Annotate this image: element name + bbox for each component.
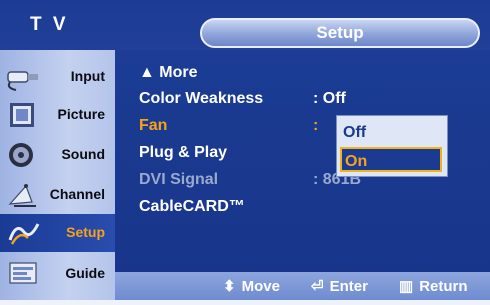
satellite-dish-icon — [8, 184, 36, 207]
sidebar-item-label: Setup — [66, 224, 105, 240]
sidebar-item-label: Guide — [65, 265, 105, 281]
enter-label: Enter — [329, 278, 368, 295]
return-label: Return — [419, 278, 468, 295]
fan-value-separator: : — [313, 117, 319, 134]
menu-item-cablecard[interactable]: CableCARD™ — [139, 198, 245, 220]
up-down-arrows-icon: ⬍ — [223, 278, 236, 295]
return-hint: ▥ Return — [399, 277, 468, 295]
sidebar-item-setup[interactable]: Setup — [0, 214, 115, 252]
sidebar-item-label: Sound — [61, 146, 105, 162]
more-up-item[interactable]: ▲ More — [139, 64, 198, 86]
bottom-hint-bar: ⬍ Move ⏎ Enter ▥ Return — [115, 272, 490, 300]
sidebar-item-label: Picture — [57, 106, 105, 122]
sidebar-item-label: Input — [70, 68, 105, 84]
menu-item-color-weakness[interactable]: Color Weakness — [139, 90, 263, 112]
move-label: Move — [241, 278, 280, 295]
sidebar-item-label: Channel — [49, 186, 105, 202]
tv-label: T V — [30, 14, 69, 35]
sidebar-item-channel[interactable]: Channel — [0, 176, 115, 214]
return-key-icon: ▥ — [399, 278, 414, 295]
enter-key-icon: ⏎ — [311, 278, 324, 295]
menu-item-plug-and-play[interactable]: Plug & Play — [139, 144, 227, 166]
fan-option-on[interactable]: On — [340, 147, 442, 172]
setup-icon — [8, 223, 40, 245]
sidebar-item-input[interactable]: Input — [0, 58, 115, 96]
sidebar-item-picture[interactable]: Picture — [0, 96, 115, 134]
color-weakness-value: : Off — [313, 90, 346, 107]
input-plug-icon — [7, 71, 38, 91]
picture-icon — [10, 103, 34, 127]
fan-dropdown[interactable]: Off On — [336, 115, 448, 177]
menu-item-fan[interactable]: Fan — [139, 117, 167, 139]
speaker-icon — [9, 143, 33, 167]
page-title: Setup — [316, 23, 364, 42]
enter-hint: ⏎ Enter — [311, 277, 368, 295]
bottom-frame-edge — [0, 300, 490, 305]
fan-option-off[interactable]: Off — [343, 120, 366, 145]
menu-item-dvi-signal: DVI Signal — [139, 171, 219, 188]
sidebar-item-sound[interactable]: Sound — [0, 136, 115, 174]
move-hint: ⬍ Move — [223, 277, 280, 295]
tv-osd-screen: T V Setup Input Picture Sound Channel Se… — [0, 0, 490, 305]
sidebar: Input Picture Sound Channel Setup Guide — [0, 50, 115, 300]
top-bar: T V Setup — [0, 0, 490, 50]
guide-icon — [9, 262, 37, 284]
sidebar-item-guide[interactable]: Guide — [0, 255, 115, 293]
